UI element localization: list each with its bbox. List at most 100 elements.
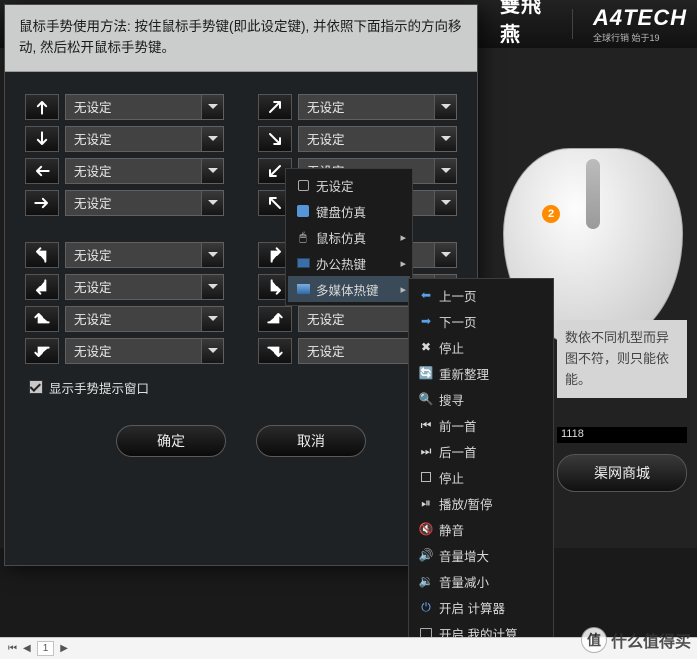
submenu-item-open-calc[interactable]: ⏻开启 计算器	[411, 594, 551, 620]
gesture-action-dropdown[interactable]: 无设定	[298, 94, 457, 120]
blue-icon	[292, 205, 314, 217]
dropdown-value: 无设定	[307, 309, 345, 328]
submenu-item-vol-down[interactable]: 🔉音量减小	[411, 568, 551, 594]
gesture-action-dropdown[interactable]: 无设定	[65, 190, 224, 216]
submenu-arrow-icon	[400, 231, 406, 244]
arrow-down-icon	[25, 126, 59, 152]
submenu-item-label: 前一首	[439, 416, 547, 435]
submenu-item-label: 后一首	[439, 442, 547, 461]
submenu-item-next-page[interactable]: ➡下一页	[411, 308, 551, 334]
dropdown-value: 无设定	[74, 341, 112, 360]
dropdown-value: 无设定	[74, 129, 112, 148]
playpause-icon: ⏯	[415, 496, 437, 511]
watermark-badge: 值	[581, 627, 607, 653]
mall-button[interactable]: 渠网商城	[557, 454, 687, 492]
submenu-item-next-track[interactable]: ⏭后一首	[411, 438, 551, 464]
gesture-action-menu[interactable]: 无设定键盘仿真🖱鼠标仿真办公热键多媒体热键	[285, 168, 413, 306]
submenu-item-search[interactable]: 🔍搜寻	[411, 386, 551, 412]
nav-first-icon[interactable]: ⏮	[8, 643, 17, 654]
dropdown-value: 无设定	[307, 129, 345, 148]
brand-en-sub: 全球行销 始于19	[593, 31, 687, 44]
note-icon	[292, 258, 314, 268]
dropdown-value: 无设定	[74, 193, 112, 212]
gesture-action-dropdown[interactable]: 无设定	[298, 126, 457, 152]
submenu-item-label: 停止	[439, 338, 547, 357]
chevron-down-icon[interactable]	[201, 191, 223, 215]
dropdown-value: 无设定	[74, 97, 112, 116]
chevron-down-icon[interactable]	[201, 339, 223, 363]
mute-icon: 🔇	[415, 522, 437, 536]
multimedia-submenu[interactable]: ⬅上一页➡下一页✖停止🔄重新整理🔍搜寻⏮前一首⏭后一首停止⏯播放/暂停🔇静音🔊音…	[408, 278, 554, 650]
gesture-action-dropdown[interactable]: 无设定	[65, 338, 224, 364]
nav-next-icon[interactable]: ▶	[60, 643, 68, 654]
chevron-down-icon[interactable]	[201, 275, 223, 299]
gesture-action-dropdown[interactable]: 无设定	[65, 242, 224, 268]
submenu-item-prev-page[interactable]: ⬅上一页	[411, 282, 551, 308]
nav-prev-icon[interactable]: ◀	[23, 643, 31, 654]
menu-item-label: 无设定	[316, 176, 406, 195]
watermark-text: 什么值得买	[611, 628, 691, 652]
power-icon: ⏻	[415, 600, 437, 615]
gesture-action-dropdown[interactable]: 无设定	[65, 126, 224, 152]
submenu-item-label: 重新整理	[439, 364, 547, 383]
arrow-right-icon	[25, 190, 59, 216]
chevron-down-icon[interactable]	[201, 127, 223, 151]
search-icon: 🔍	[415, 392, 437, 406]
menu-item-office[interactable]: 办公热键	[288, 250, 410, 276]
checkbox-icon[interactable]	[29, 380, 43, 394]
diag-down-right-icon	[258, 126, 292, 152]
submenu-arrow-icon	[400, 257, 406, 270]
chevron-down-icon[interactable]	[434, 159, 456, 183]
ok-button[interactable]: 确定	[116, 425, 226, 457]
chevron-down-icon[interactable]	[434, 127, 456, 151]
bg-model-bar: 1118	[557, 427, 687, 443]
submenu-item-label: 停止	[439, 468, 547, 487]
hook-left-down-icon	[25, 338, 59, 364]
nexttrk-icon: ⏭	[415, 444, 437, 459]
submenu-item-label: 播放/暂停	[439, 494, 547, 513]
submenu-item-stop2[interactable]: 停止	[411, 464, 551, 490]
submenu-item-vol-up[interactable]: 🔊音量增大	[411, 542, 551, 568]
gesture-action-dropdown[interactable]: 无设定	[65, 158, 224, 184]
submenu-item-stop[interactable]: ✖停止	[411, 334, 551, 360]
submenu-item-mute[interactable]: 🔇静音	[411, 516, 551, 542]
none-icon	[292, 180, 314, 191]
mouse-icon: 🖱	[292, 230, 314, 245]
gesture-row: 无设定	[25, 126, 224, 152]
submenu-item-label: 静音	[439, 520, 547, 539]
submenu-item-label: 音量减小	[439, 572, 547, 591]
submenu-item-label: 音量增大	[439, 546, 547, 565]
submenu-item-label: 上一页	[439, 286, 547, 305]
chevron-down-icon[interactable]	[434, 191, 456, 215]
bg-description: 数依不同机型而异 图不符，则只能依 能。	[557, 320, 687, 398]
submenu-item-prev-track[interactable]: ⏮前一首	[411, 412, 551, 438]
gesture-action-dropdown[interactable]: 无设定	[65, 306, 224, 332]
hook-right-up-icon	[258, 306, 292, 332]
fwd-icon: ➡	[415, 314, 437, 328]
submenu-item-refresh[interactable]: 🔄重新整理	[411, 360, 551, 386]
page-indicator: 1	[37, 641, 55, 656]
menu-item-mouse[interactable]: 🖱鼠标仿真	[288, 224, 410, 250]
gesture-row: 无设定	[25, 306, 224, 332]
dropdown-value: 无设定	[74, 161, 112, 180]
brand-cn-logo: 雙飛燕	[500, 0, 552, 47]
submenu-item-play-pause[interactable]: ⏯播放/暂停	[411, 490, 551, 516]
show-hint-checkbox-row[interactable]: 显示手势提示窗口	[5, 368, 477, 407]
stop2-icon	[415, 472, 437, 482]
menu-item-none[interactable]: 无设定	[288, 172, 410, 198]
chevron-down-icon[interactable]	[434, 95, 456, 119]
menu-item-multimedia[interactable]: 多媒体热键	[288, 276, 410, 302]
dropdown-value: 无设定	[307, 97, 345, 116]
gesture-action-dropdown[interactable]: 无设定	[65, 274, 224, 300]
menu-item-keyboard[interactable]: 键盘仿真	[288, 198, 410, 224]
chevron-down-icon[interactable]	[201, 95, 223, 119]
chevron-down-icon[interactable]	[201, 307, 223, 331]
gesture-action-dropdown[interactable]: 无设定	[65, 94, 224, 120]
chevron-down-icon[interactable]	[201, 243, 223, 267]
chevron-down-icon[interactable]	[201, 159, 223, 183]
checkbox-label: 显示手势提示窗口	[49, 378, 149, 397]
dropdown-value: 无设定	[74, 309, 112, 328]
chevron-down-icon[interactable]	[434, 243, 456, 267]
cancel-button[interactable]: 取消	[256, 425, 366, 457]
menu-item-label: 办公热键	[316, 254, 394, 273]
